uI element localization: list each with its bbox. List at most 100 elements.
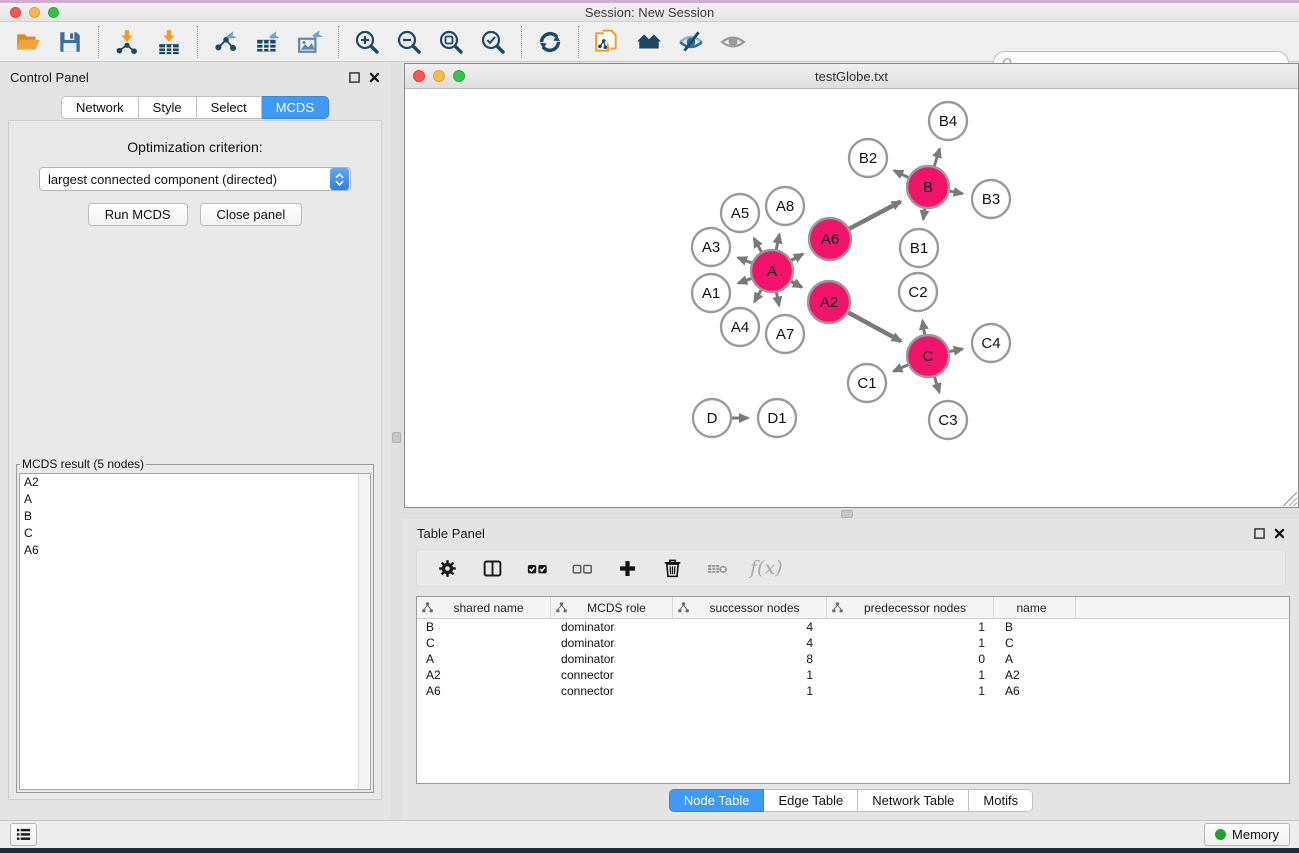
column-header[interactable]: MCDS role xyxy=(551,597,673,618)
tab-motifs[interactable]: Motifs xyxy=(969,789,1033,812)
graph-edge-A-A3[interactable] xyxy=(738,258,752,263)
table-cell[interactable]: dominator xyxy=(551,652,673,666)
clone-network-button[interactable] xyxy=(593,28,621,56)
delete-table-button[interactable] xyxy=(705,556,729,580)
column-header[interactable]: name xyxy=(994,597,1076,618)
table-row[interactable]: Adominator80A xyxy=(417,651,1289,667)
vertical-splitter-handle[interactable] xyxy=(392,432,401,443)
table-cell[interactable]: 1 xyxy=(673,684,827,698)
column-header[interactable]: successor nodes xyxy=(673,597,827,618)
graph-edge-A-A4[interactable] xyxy=(754,290,761,302)
tab-mcds[interactable]: MCDS xyxy=(262,96,329,119)
split-view-button[interactable] xyxy=(480,556,504,580)
deselect-all-button[interactable] xyxy=(570,556,594,580)
table-row[interactable]: A2connector11A2 xyxy=(417,667,1289,683)
graph-edge-C-C3[interactable] xyxy=(935,377,940,392)
tab-node-table[interactable]: Node Table xyxy=(669,789,765,812)
graph-edge-A-A8[interactable] xyxy=(776,234,779,249)
import-table-button[interactable] xyxy=(155,28,183,56)
table-cell[interactable]: 1 xyxy=(827,620,994,634)
mcds-result-item[interactable]: A6 xyxy=(20,542,370,559)
table-cell[interactable]: 1 xyxy=(673,668,827,682)
table-cell[interactable]: A2 xyxy=(417,668,551,682)
vertical-splitter[interactable] xyxy=(390,62,403,820)
table-cell[interactable]: A xyxy=(417,652,551,666)
table-cell[interactable]: 8 xyxy=(673,652,827,666)
table-cell[interactable]: A6 xyxy=(417,684,551,698)
table-cell[interactable]: C xyxy=(417,636,551,650)
graph-edge-A6-B[interactable] xyxy=(849,202,900,229)
table-row[interactable]: Cdominator41C xyxy=(417,635,1289,651)
mcds-result-list[interactable]: A2ABCA6 xyxy=(19,473,371,790)
graph-edge-A-A7[interactable] xyxy=(776,293,779,306)
table-cell[interactable]: 1 xyxy=(827,684,994,698)
float-panel-icon[interactable] xyxy=(1254,528,1265,539)
graph-edge-B-B3[interactable] xyxy=(950,191,963,193)
criterion-dropdown[interactable]: largest connected component (directed) xyxy=(39,167,351,191)
save-session-button[interactable] xyxy=(56,28,84,56)
node-table[interactable]: shared nameMCDS rolesuccessor nodesprede… xyxy=(416,596,1290,784)
table-cell[interactable]: C xyxy=(994,636,1076,650)
close-panel-icon[interactable] xyxy=(369,72,380,83)
table-cell[interactable]: dominator xyxy=(551,620,673,634)
show-task-history-button[interactable] xyxy=(10,823,37,846)
mcds-list-scrollbar[interactable] xyxy=(358,474,370,789)
tab-network[interactable]: Network xyxy=(61,96,139,119)
graph-edge-B-B2[interactable] xyxy=(894,171,908,178)
table-cell[interactable]: connector xyxy=(551,684,673,698)
close-panel-button[interactable]: Close panel xyxy=(200,203,303,226)
graph-edge-C-C4[interactable] xyxy=(950,349,963,352)
show-graphics-details-button[interactable] xyxy=(719,28,747,56)
tab-style[interactable]: Style xyxy=(139,96,197,119)
run-mcds-button[interactable]: Run MCDS xyxy=(88,203,188,226)
memory-button[interactable]: Memory xyxy=(1204,823,1290,846)
hide-graphics-details-button[interactable] xyxy=(677,28,705,56)
export-image-button[interactable] xyxy=(296,28,324,56)
graph-edge-A2-C[interactable] xyxy=(848,313,900,342)
table-cell[interactable]: dominator xyxy=(551,636,673,650)
window-resize-grip[interactable] xyxy=(1283,492,1297,506)
float-panel-icon[interactable] xyxy=(349,72,360,83)
table-cell[interactable]: B xyxy=(417,620,551,634)
graph-edge-A-A1[interactable] xyxy=(738,278,751,283)
table-cell[interactable]: connector xyxy=(551,668,673,682)
zoom-selected-button[interactable] xyxy=(479,28,507,56)
table-cell[interactable]: A6 xyxy=(994,684,1076,698)
function-builder-button[interactable]: f(x) xyxy=(750,557,783,579)
network-canvas[interactable]: B4B2BB3A8A5A6A3B1AA1C2A2A4A7C4CC1C3DD1 xyxy=(405,89,1298,507)
horizontal-splitter[interactable] xyxy=(403,508,1299,519)
graph-edge-A-A5[interactable] xyxy=(754,238,761,251)
mcds-result-item[interactable]: A2 xyxy=(20,474,370,491)
mcds-result-item[interactable]: C xyxy=(20,525,370,542)
table-cell[interactable]: 4 xyxy=(673,636,827,650)
refresh-button[interactable] xyxy=(536,28,564,56)
graph-edge-B-B1[interactable] xyxy=(923,209,925,220)
table-cell[interactable]: A2 xyxy=(994,668,1076,682)
tab-network-table[interactable]: Network Table xyxy=(858,789,969,812)
tab-select[interactable]: Select xyxy=(197,96,262,119)
tab-edge-table[interactable]: Edge Table xyxy=(764,789,858,812)
table-row[interactable]: Bdominator41B xyxy=(417,619,1289,635)
mcds-result-item[interactable]: A xyxy=(20,491,370,508)
home-button[interactable] xyxy=(635,28,663,56)
table-cell[interactable]: A xyxy=(994,652,1076,666)
graph-edge-A-A6[interactable] xyxy=(791,254,803,260)
table-row[interactable]: A6connector11A6 xyxy=(417,683,1289,699)
graph-edge-C-C1[interactable] xyxy=(894,365,908,371)
export-table-button[interactable] xyxy=(254,28,282,56)
select-all-button[interactable] xyxy=(525,556,549,580)
horizontal-splitter-handle[interactable] xyxy=(841,510,853,518)
column-header[interactable]: shared name xyxy=(417,597,551,618)
zoom-in-button[interactable] xyxy=(353,28,381,56)
column-header[interactable]: predecessor nodes xyxy=(827,597,994,618)
graph-edge-C-C2[interactable] xyxy=(922,321,924,335)
delete-column-button[interactable] xyxy=(660,556,684,580)
graph-edge-B-B4[interactable] xyxy=(934,149,939,166)
table-cell[interactable]: B xyxy=(994,620,1076,634)
add-column-button[interactable] xyxy=(615,556,639,580)
graph-edge-A-A2[interactable] xyxy=(791,282,801,288)
table-settings-button[interactable] xyxy=(435,556,459,580)
network-graph[interactable]: B4B2BB3A8A5A6A3B1AA1C2A2A4A7C4CC1C3DD1 xyxy=(405,89,1298,507)
table-cell[interactable]: 0 xyxy=(827,652,994,666)
mcds-result-item[interactable]: B xyxy=(20,508,370,525)
